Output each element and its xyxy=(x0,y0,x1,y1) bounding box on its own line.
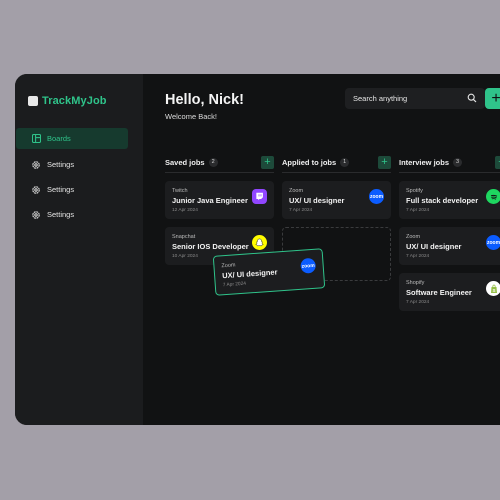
column-header: Saved jobs 2 + xyxy=(165,152,274,173)
job-card[interactable]: Zoom UX/ UI designer 7 Apr 2024 zoom xyxy=(399,227,500,265)
board-icon xyxy=(31,134,41,144)
sidebar-item-boards[interactable]: Boards xyxy=(16,128,128,149)
snapchat-logo-icon xyxy=(252,235,267,250)
count-badge: 3 xyxy=(453,157,463,167)
gear-icon xyxy=(31,210,41,220)
search-input[interactable]: Search anything xyxy=(353,94,407,103)
count-badge: 2 xyxy=(208,157,218,167)
search-icon[interactable] xyxy=(467,90,477,108)
job-date: 10 Apr 2024 xyxy=(172,254,198,259)
job-date: 7 Apr 2024 xyxy=(406,254,430,259)
sidebar-item-settings-1[interactable]: Settings xyxy=(16,154,128,175)
app-name: TrackMyJob xyxy=(42,95,107,107)
zoom-logo-icon: zoom xyxy=(486,235,500,250)
sidebar-item-settings-2[interactable]: Settings xyxy=(16,179,128,200)
add-card-button[interactable]: + xyxy=(378,156,391,169)
company-name: Snapchat xyxy=(172,234,196,240)
job-card[interactable]: Twitch Junior Java Engineer 12 Apr 2024 xyxy=(165,181,274,219)
column-title: Applied to jobs xyxy=(282,157,337,167)
job-date: 7 Apr 2024 xyxy=(289,208,313,213)
sidebar-item-label: Boards xyxy=(47,134,71,143)
sidebar-item-settings-3[interactable]: Settings xyxy=(16,204,128,225)
job-date: 12 Apr 2024 xyxy=(172,208,198,213)
add-card-button[interactable]: + xyxy=(261,156,274,169)
job-date: 7 Apr 2024 xyxy=(406,300,430,305)
greeting: Hello, Nick! xyxy=(165,92,244,108)
twitch-logo-icon xyxy=(252,189,267,204)
job-title: UX/ UI designer xyxy=(406,242,462,251)
logo-icon xyxy=(28,96,38,106)
company-name: Spotify xyxy=(406,188,423,194)
app-logo[interactable]: TrackMyJob xyxy=(28,95,107,107)
count-badge: 1 xyxy=(340,157,350,167)
add-card-button[interactable]: + xyxy=(495,156,500,169)
app-window: TrackMyJob Boards Settings Settings Sett… xyxy=(15,74,500,425)
column-header: Interview jobs 3 + xyxy=(399,152,500,173)
gear-icon xyxy=(31,160,41,170)
zoom-logo-icon: zoom xyxy=(369,189,384,204)
company-name: Zoom xyxy=(221,262,236,270)
company-name: Shopify xyxy=(406,280,425,286)
add-job-button[interactable]: + xyxy=(485,88,500,109)
sidebar-item-label: Settings xyxy=(47,160,75,169)
welcome-text: Welcome Back! xyxy=(165,112,217,121)
search-bar[interactable]: Search anything xyxy=(345,88,485,109)
job-date: 7 Apr 2024 xyxy=(222,281,247,289)
job-title: Software Engineer xyxy=(406,288,472,297)
company-name: Twitch xyxy=(172,188,188,194)
job-date: 7 Apr 2024 xyxy=(406,208,430,213)
gear-icon xyxy=(31,185,41,195)
svg-text:S: S xyxy=(492,287,495,292)
dragging-job-card[interactable]: Zoom UX/ UI designer 7 Apr 2024 zoom xyxy=(212,248,326,296)
spotify-logo-icon xyxy=(486,189,500,204)
job-card[interactable]: Spotify Full stack developer 7 Apr 2024 xyxy=(399,181,500,219)
sidebar: TrackMyJob Boards Settings Settings Sett… xyxy=(15,74,143,425)
job-title: Senior IOS Developer xyxy=(172,242,249,251)
job-card[interactable]: Zoom UX/ UI designer 7 Apr 2024 zoom xyxy=(282,181,391,219)
shopify-logo-icon: S xyxy=(486,281,500,296)
column-title: Saved jobs xyxy=(165,157,205,167)
company-name: Zoom xyxy=(406,234,421,240)
company-name: Zoom xyxy=(289,188,304,194)
job-card[interactable]: Shopify Software Engineer 7 Apr 2024 S xyxy=(399,273,500,311)
sidebar-item-label: Settings xyxy=(47,210,75,219)
sidebar-item-label: Settings xyxy=(47,185,75,194)
job-title: UX/ UI designer xyxy=(289,196,345,205)
column-title: Interview jobs xyxy=(399,157,450,167)
job-title: UX/ UI designer xyxy=(221,267,278,281)
column-header: Applied to jobs 1 + xyxy=(282,152,391,173)
zoom-logo-icon: zoom xyxy=(300,257,317,274)
job-title: Full stack developer xyxy=(406,196,479,205)
job-title: Junior Java Engineer xyxy=(172,196,248,205)
